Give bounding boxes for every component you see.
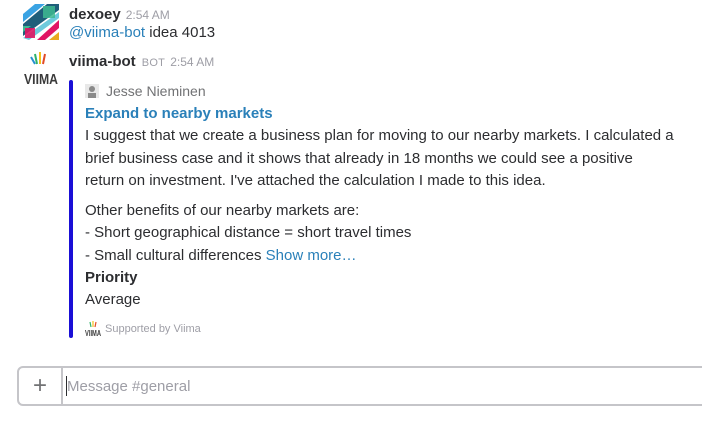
footer-text: Supported by Viima bbox=[105, 323, 201, 335]
author-name[interactable]: dexoey bbox=[69, 6, 121, 23]
author-name[interactable]: viima-bot bbox=[69, 53, 136, 70]
dexoey-avatar[interactable] bbox=[23, 4, 59, 40]
attachment-body: Jesse Nieminen Expand to nearby markets … bbox=[85, 80, 675, 337]
field-title: Priority bbox=[85, 269, 138, 286]
attachment-footer: VIIMA Supported by Viima bbox=[85, 321, 675, 337]
attachment-text: I suggest that we create a business plan… bbox=[85, 125, 675, 267]
attachment-line: Other benefits of our nearby markets are… bbox=[85, 201, 360, 219]
field-value: Average bbox=[85, 291, 141, 308]
message-timestamp[interactable]: 2:54 AM bbox=[126, 8, 170, 22]
message-author[interactable]: dexoey 2:54 AM bbox=[69, 6, 170, 23]
text-cursor bbox=[66, 376, 67, 396]
message-attachment: Jesse Nieminen Expand to nearby markets … bbox=[69, 80, 674, 338]
person-icon bbox=[85, 84, 99, 98]
attachment-author: Jesse Nieminen bbox=[85, 80, 675, 102]
message-text: @viima-bot idea 4013 bbox=[69, 22, 215, 44]
message-body: idea 4013 bbox=[145, 24, 216, 41]
viima-logo-icon: VIIMA bbox=[24, 52, 58, 88]
attachment-color-bar bbox=[69, 80, 73, 338]
attachment-paragraph: I suggest that we create a business plan… bbox=[85, 127, 674, 189]
add-attachment-button[interactable]: + bbox=[19, 368, 63, 404]
bot-badge: BOT bbox=[141, 57, 166, 69]
svg-text:VIIMA: VIIMA bbox=[24, 71, 58, 88]
mention-link[interactable]: @viima-bot bbox=[69, 24, 145, 41]
viima-bot-avatar[interactable]: VIIMA bbox=[23, 52, 59, 88]
attachment-line: - Small cultural differences bbox=[85, 246, 262, 264]
attachment-title-link[interactable]: Expand to nearby markets bbox=[85, 103, 675, 125]
viima-logo-small-icon: VIIMA bbox=[85, 321, 101, 337]
svg-text:VIIMA: VIIMA bbox=[85, 329, 101, 337]
message-timestamp[interactable]: 2:54 AM bbox=[170, 55, 214, 69]
avatar-logo-icon bbox=[23, 4, 59, 40]
attachment-line: - Short geographical distance = short tr… bbox=[85, 224, 412, 241]
message-input[interactable] bbox=[67, 368, 687, 404]
attachment-line-with-more: - Small cultural differences Show more… bbox=[85, 245, 675, 268]
message-composer: + bbox=[17, 366, 702, 406]
show-more-link[interactable]: Show more… bbox=[266, 247, 357, 264]
message-author[interactable]: viima-bot BOT 2:54 AM bbox=[69, 53, 214, 70]
attachment-author-name: Jesse Nieminen bbox=[106, 83, 206, 99]
